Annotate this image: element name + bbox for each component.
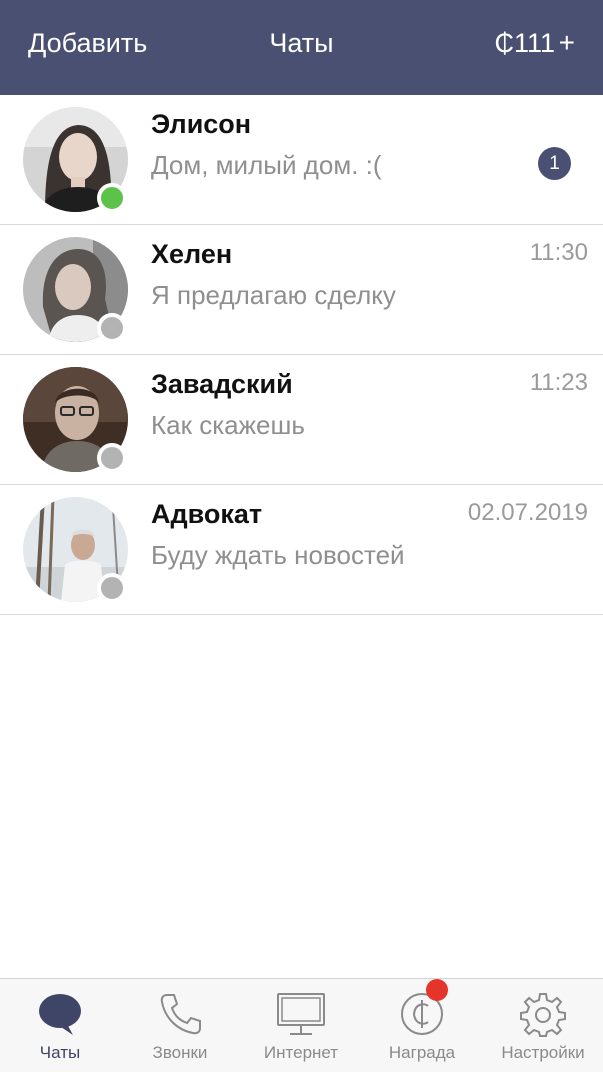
tab-label: Звонки bbox=[152, 1043, 208, 1062]
message-preview: Буду ждать новостей bbox=[151, 540, 405, 570]
add-contact-button[interactable]: Добавить bbox=[28, 28, 147, 59]
chat-row-alison[interactable]: Элисон Дом, милый дом. :( 1 bbox=[0, 95, 603, 225]
unread-badge: 1 bbox=[538, 147, 571, 180]
tab-settings[interactable]: Настройки bbox=[483, 979, 603, 1072]
contact-name: Хелен bbox=[151, 239, 233, 269]
coin-balance[interactable]: ₵111 bbox=[494, 28, 555, 59]
contact-name: Адвокат bbox=[151, 499, 263, 529]
tab-label: Интернет bbox=[263, 1043, 339, 1062]
contact-name: Завадский bbox=[151, 369, 293, 399]
message-preview: Дом, милый дом. :( bbox=[151, 150, 382, 180]
offline-status-dot bbox=[97, 443, 127, 473]
tab-label: Чаты bbox=[39, 1043, 81, 1062]
message-time: 02.07.2019 bbox=[467, 499, 588, 526]
tab-rewards[interactable]: Награда bbox=[362, 979, 482, 1072]
contact-name: Элисон bbox=[151, 109, 252, 139]
chat-list: Элисон Дом, милый дом. :( 1 Хелен Я пред… bbox=[0, 95, 603, 615]
message-time: 11:23 bbox=[529, 369, 588, 396]
chat-row-zavadsky[interactable]: Завадский Как скажешь 11:23 bbox=[0, 355, 603, 485]
message-preview: Я предлагаю сделку bbox=[151, 280, 396, 310]
top-bar: Добавить Чаты ₵111 + bbox=[0, 0, 603, 95]
tab-label: Награда bbox=[388, 1043, 456, 1062]
monitor-icon bbox=[276, 991, 326, 1042]
offline-status-dot bbox=[97, 313, 127, 343]
phone-icon bbox=[157, 991, 203, 1042]
notification-dot bbox=[426, 979, 448, 1001]
tab-label: Настройки bbox=[501, 1043, 585, 1062]
tab-calls[interactable]: Звонки bbox=[120, 979, 240, 1072]
gear-icon bbox=[520, 991, 566, 1042]
tab-internet[interactable]: Интернет bbox=[241, 979, 361, 1072]
message-preview: Как скажешь bbox=[151, 410, 305, 440]
chat-row-lawyer[interactable]: Адвокат Буду ждать новостей 02.07.2019 bbox=[0, 485, 603, 615]
message-time: 11:30 bbox=[529, 239, 588, 266]
online-status-dot bbox=[97, 183, 127, 213]
chat-row-helen[interactable]: Хелен Я предлагаю сделку 11:30 bbox=[0, 225, 603, 355]
add-coins-button[interactable]: + bbox=[559, 27, 575, 59]
bottom-tab-bar: Чаты Звонки Интернет Награда Настройки bbox=[0, 978, 603, 1072]
offline-status-dot bbox=[97, 573, 127, 603]
chat-bubble-icon bbox=[37, 991, 83, 1042]
tab-chats[interactable]: Чаты bbox=[0, 979, 120, 1072]
